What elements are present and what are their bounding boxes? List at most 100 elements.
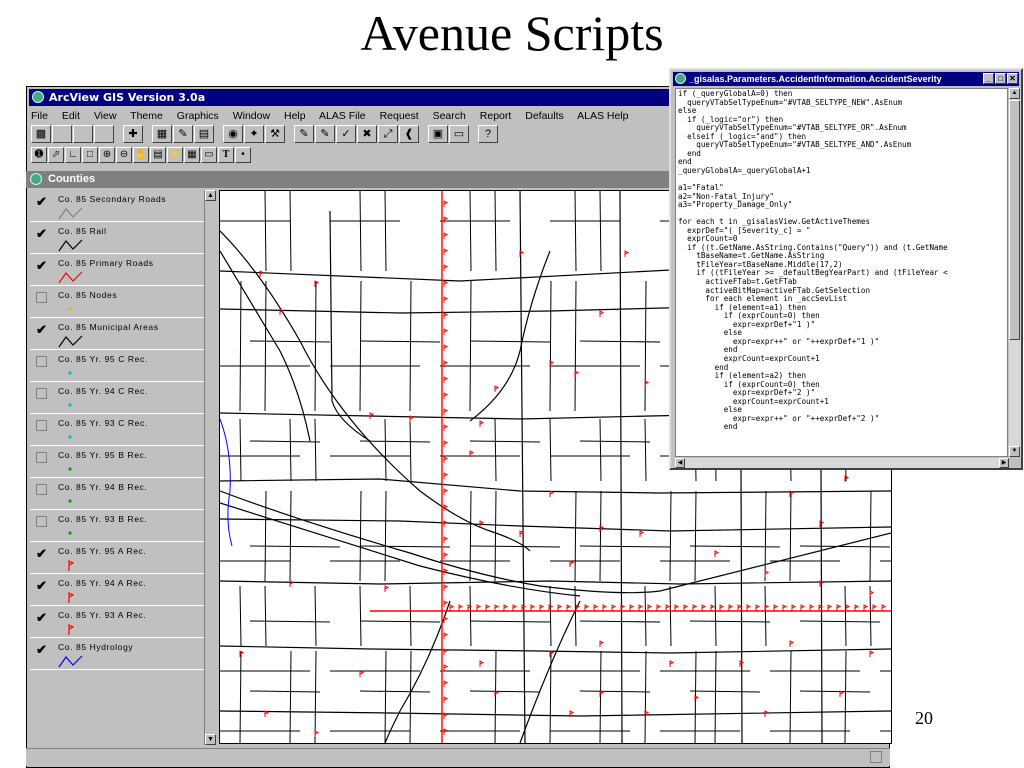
find-icon[interactable]: ◉ — [223, 125, 243, 143]
theme-checkbox[interactable] — [36, 484, 47, 495]
close-icon[interactable]: ✕ — [1007, 73, 1018, 84]
menu-request[interactable]: Request — [380, 110, 419, 122]
save-project-icon[interactable]: ▩ — [31, 125, 51, 143]
theme-checkbox[interactable] — [36, 452, 47, 463]
zoom-full-extent-icon[interactable]: ✎ — [294, 125, 314, 143]
text-label-icon[interactable]: ▭ — [201, 147, 217, 163]
zoom-out-tool-icon[interactable]: ⊖ — [116, 147, 132, 163]
theme-item[interactable]: Co. 85 Yr. 95 C Rec. — [30, 350, 214, 382]
theme-item[interactable]: Co. 85 Nodes — [30, 286, 214, 318]
toc-scrollbar[interactable]: ▲ ▼ — [204, 190, 216, 745]
zoom-to-themes-icon[interactable]: ✎ — [315, 125, 335, 143]
menu-search[interactable]: Search — [433, 110, 466, 122]
theme-checkbox[interactable] — [36, 388, 47, 399]
zoom-previous-icon[interactable]: ❰ — [399, 125, 419, 143]
script-scroll-down-icon[interactable]: ▼ — [1009, 446, 1020, 457]
menu-theme[interactable]: Theme — [130, 110, 163, 122]
edit-legend-icon[interactable]: ✎ — [173, 125, 193, 143]
locate-address-icon[interactable]: ✦ — [244, 125, 264, 143]
theme-item[interactable]: ✔ Co. 85 Primary Roads — [30, 254, 214, 286]
menu-alas-file[interactable]: ALAS File — [319, 110, 366, 122]
script-vertical-scrollbar[interactable]: ▲ ▼ — [1009, 88, 1021, 457]
resize-grip-icon[interactable] — [870, 751, 882, 763]
checkmark-icon[interactable]: ✔ — [36, 547, 47, 560]
maximize-icon[interactable]: □ — [995, 73, 1006, 84]
theme-checkbox[interactable] — [36, 292, 47, 303]
menu-view[interactable]: View — [94, 110, 117, 122]
script-window: _gisalas.Parameters.AccidentInformation.… — [669, 68, 1023, 470]
script-scroll-right-icon[interactable]: ▶ — [999, 458, 1009, 468]
zoom-out-icon[interactable]: ⤢ — [378, 125, 398, 143]
menu-graphics[interactable]: Graphics — [177, 110, 219, 122]
zoom-in-icon[interactable]: ✖ — [357, 125, 377, 143]
checkmark-icon[interactable]: ✔ — [36, 259, 47, 272]
pointer-icon[interactable]: ⬀ — [48, 147, 64, 163]
theme-label: Co. 85 Yr. 93 B Rec. — [58, 514, 148, 524]
theme-item[interactable]: ✔ Co. 85 Hydrology — [30, 638, 214, 670]
page-number: 20 — [915, 708, 933, 728]
hotlink-icon[interactable]: ⚡ — [167, 147, 183, 163]
theme-item[interactable]: ✔ Co. 85 Yr. 95 A Rec. — [30, 542, 214, 574]
label-icon[interactable]: ▦ — [184, 147, 200, 163]
theme-checkbox[interactable] — [36, 420, 47, 431]
clear-selection-icon[interactable]: ▭ — [449, 125, 469, 143]
theme-checkbox[interactable] — [36, 356, 47, 367]
menu-file[interactable]: File — [31, 110, 48, 122]
blank-button-2[interactable] — [73, 125, 93, 143]
theme-properties-icon[interactable]: ▦ — [152, 125, 172, 143]
pan-icon[interactable]: ✋ — [133, 147, 149, 163]
blank-button-1[interactable] — [52, 125, 72, 143]
identify-icon[interactable]: ➊ — [31, 147, 47, 163]
checkmark-icon[interactable]: ✔ — [36, 643, 47, 656]
scroll-down-arrow-icon[interactable]: ▼ — [205, 734, 216, 745]
script-scroll-up-icon[interactable]: ▲ — [1009, 88, 1020, 99]
zoom-to-selected-icon[interactable]: ✓ — [336, 125, 356, 143]
menu-help[interactable]: Help — [284, 110, 306, 122]
theme-label: Co. 85 Yr. 94 C Rec. — [58, 386, 148, 396]
theme-item[interactable]: ✔ Co. 85 Rail — [30, 222, 214, 254]
theme-item[interactable]: Co. 85 Yr. 95 B Rec. — [30, 446, 214, 478]
scroll-up-arrow-icon[interactable]: ▲ — [205, 190, 216, 201]
theme-item[interactable]: Co. 85 Yr. 93 C Rec. — [30, 414, 214, 446]
theme-checkbox[interactable] — [36, 516, 47, 527]
draw-point-icon[interactable]: • — [235, 147, 251, 163]
arcview-title: ArcView GIS Version 3.0a — [49, 91, 206, 104]
text-tool-icon[interactable]: T — [218, 147, 234, 163]
minimize-icon[interactable]: _ — [983, 73, 994, 84]
checkmark-icon[interactable]: ✔ — [36, 323, 47, 336]
menu-alas-help[interactable]: ALAS Help — [577, 110, 628, 122]
theme-label: Co. 85 Yr. 95 C Rec. — [58, 354, 148, 364]
menu-report[interactable]: Report — [480, 110, 512, 122]
checkmark-icon[interactable]: ✔ — [36, 611, 47, 624]
script-editor[interactable]: if (_queryGlobalA=0) then queryVTabSelTy… — [675, 88, 1008, 457]
menu-defaults[interactable]: Defaults — [525, 110, 564, 122]
checkmark-icon[interactable]: ✔ — [36, 227, 47, 240]
help-icon[interactable]: ? — [478, 125, 498, 143]
select-features-icon[interactable]: ▣ — [428, 125, 448, 143]
checkmark-icon[interactable]: ✔ — [36, 579, 47, 592]
button-bar: ▩ ✚ ▦ ✎ ▤ ◉ ✦ ⚒ ✎ ✎ ✓ ✖ ⤢ ❰ ▣ ▭? — [31, 125, 499, 145]
theme-item[interactable]: Co. 85 Yr. 93 B Rec. — [30, 510, 214, 542]
script-globe-icon — [675, 73, 686, 84]
query-builder-icon[interactable]: ⚒ — [265, 125, 285, 143]
script-scroll-left-icon[interactable]: ◀ — [675, 458, 685, 468]
script-titlebar[interactable]: _gisalas.Parameters.AccidentInformation.… — [673, 72, 1019, 86]
checkmark-icon[interactable]: ✔ — [36, 195, 47, 208]
theme-item[interactable]: ✔ Co. 85 Municipal Areas — [30, 318, 214, 350]
theme-item[interactable]: ✔ Co. 85 Yr. 93 A Rec. — [30, 606, 214, 638]
blank-button-3[interactable] — [94, 125, 114, 143]
theme-item[interactable]: ✔ Co. 85 Yr. 94 A Rec. — [30, 574, 214, 606]
add-theme-icon[interactable]: ✚ — [123, 125, 143, 143]
theme-item[interactable]: Co. 85 Yr. 94 B Rec. — [30, 478, 214, 510]
theme-item[interactable]: Co. 85 Yr. 94 C Rec. — [30, 382, 214, 414]
open-table-icon[interactable]: ▤ — [194, 125, 214, 143]
menu-edit[interactable]: Edit — [62, 110, 80, 122]
zoom-in-tool-icon[interactable]: ⊕ — [99, 147, 115, 163]
script-scroll-thumb[interactable] — [1009, 100, 1020, 340]
vertex-edit-icon[interactable]: ∟ — [65, 147, 81, 163]
menu-window[interactable]: Window — [233, 110, 270, 122]
area-select-icon[interactable]: □ — [82, 147, 98, 163]
script-horizontal-scrollbar[interactable]: ◀ ▶ — [675, 458, 1009, 468]
measure-icon[interactable]: ▤ — [150, 147, 166, 163]
theme-item[interactable]: ✔ Co. 85 Secondary Roads — [30, 190, 214, 222]
